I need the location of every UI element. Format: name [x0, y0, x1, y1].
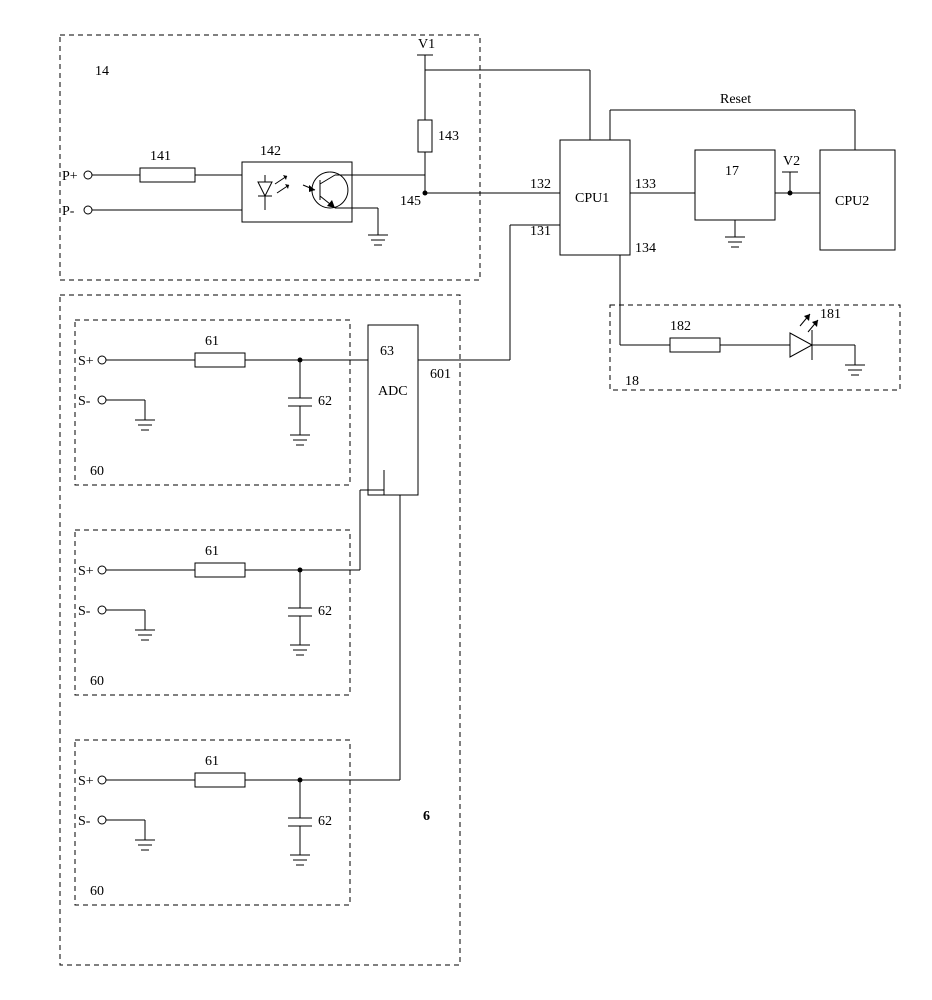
resistor-61-c [195, 773, 245, 787]
resistor-182 [670, 338, 720, 352]
resistor-143-label: 143 [438, 129, 459, 144]
adc-63-label: 63 [380, 344, 394, 359]
node-145-label: 145 [400, 194, 421, 209]
resistor-61-a [195, 353, 245, 367]
led-181-label: 181 [820, 307, 841, 322]
reset-label: Reset [720, 92, 751, 107]
led-181-icon [790, 314, 818, 360]
block-18-label: 18 [625, 374, 639, 389]
block-60-c-label: 60 [90, 884, 104, 899]
terminal-s-minus-c-label: S- [78, 814, 91, 829]
block-60-b-label: 60 [90, 674, 104, 689]
terminal-s-plus-c [98, 776, 106, 784]
terminal-s-minus-a [98, 396, 106, 404]
resistor-143 [418, 120, 432, 152]
terminal-s-minus-b [98, 606, 106, 614]
pin-131-label: 131 [530, 224, 551, 239]
resistor-182-label: 182 [670, 319, 691, 334]
ground-icon [135, 840, 155, 850]
ground-icon [290, 855, 310, 865]
cpu1-label: CPU1 [575, 191, 609, 206]
optocoupler-142-label: 142 [260, 144, 281, 159]
block-6-label: 6 [423, 809, 430, 824]
node-601-label: 601 [430, 367, 451, 382]
v1-label: V1 [418, 37, 435, 52]
pin-133-label: 133 [635, 177, 656, 192]
pin-132-label: 132 [530, 177, 551, 192]
resistor-141 [140, 168, 195, 182]
circuit-diagram: 14 P+ 141 P- 142 145 143 [0, 0, 932, 1000]
terminal-s-plus-a-label: S+ [78, 354, 94, 369]
block-18 [610, 305, 900, 390]
terminal-p-plus [84, 171, 92, 179]
terminal-s-plus-c-label: S+ [78, 774, 94, 789]
terminal-s-plus-b [98, 566, 106, 574]
block-60-a-label: 60 [90, 464, 104, 479]
resistor-61-c-label: 61 [205, 754, 219, 769]
ground-icon [135, 630, 155, 640]
cap-62-a-label: 62 [318, 394, 332, 409]
resistor-61-b [195, 563, 245, 577]
ground-icon [845, 365, 865, 375]
ground-icon [290, 645, 310, 655]
cap-62-c-label: 62 [318, 814, 332, 829]
block-14-label: 14 [95, 64, 109, 79]
terminal-s-minus-b-label: S- [78, 604, 91, 619]
terminal-p-plus-label: P+ [62, 169, 78, 184]
terminal-p-minus [84, 206, 92, 214]
v2-label: V2 [783, 154, 800, 169]
terminal-p-minus-label: P- [62, 204, 75, 219]
adc-label: ADC [378, 384, 408, 399]
resistor-61-a-label: 61 [205, 334, 219, 349]
pin-134-label: 134 [635, 241, 656, 256]
block-17 [695, 150, 775, 220]
ground-icon [290, 435, 310, 445]
resistor-61-b-label: 61 [205, 544, 219, 559]
cpu2-label: CPU2 [835, 194, 869, 209]
ground-icon [368, 235, 388, 245]
ground-icon [135, 420, 155, 430]
ground-icon [725, 237, 745, 247]
terminal-s-plus-b-label: S+ [78, 564, 94, 579]
terminal-s-minus-c [98, 816, 106, 824]
terminal-s-minus-a-label: S- [78, 394, 91, 409]
optocoupler-142 [242, 162, 352, 222]
block-17-label: 17 [725, 164, 739, 179]
terminal-s-plus-a [98, 356, 106, 364]
cap-62-b-label: 62 [318, 604, 332, 619]
resistor-141-label: 141 [150, 149, 171, 164]
